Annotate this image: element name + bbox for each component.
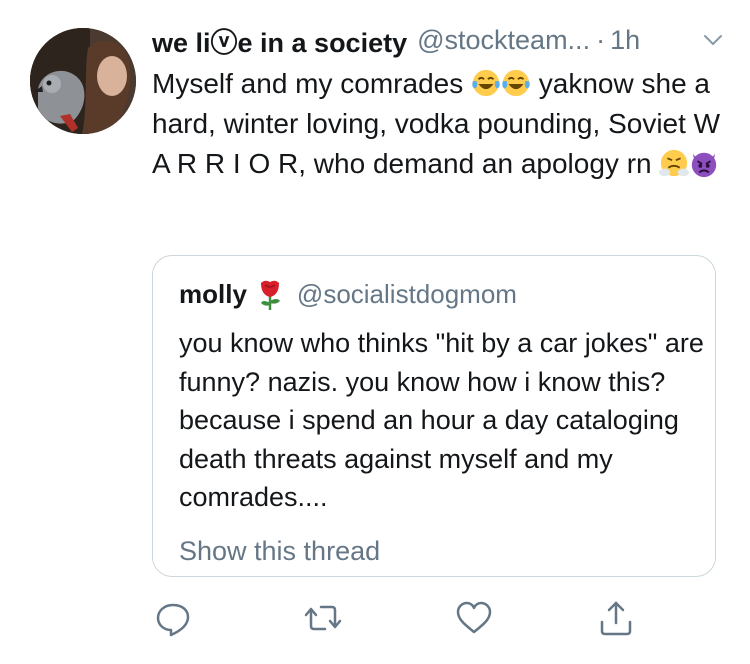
tears-of-joy-emoji (502, 69, 530, 97)
time-separator: · (596, 24, 606, 55)
tweet-header: we liⓥe in a society @stockteam... · 1h (152, 20, 727, 60)
timestamp[interactable]: 1h (610, 25, 640, 56)
rose-emoji (260, 280, 280, 310)
tweet[interactable]: we liⓥe in a society @stockteam... · 1h … (0, 0, 750, 664)
avatar[interactable] (30, 28, 136, 134)
quoted-tweet-header: molly @socialistdogmom (179, 274, 517, 314)
tweet-text-part1: Myself and my comrades (152, 68, 464, 99)
angry-devil-emoji (692, 152, 717, 178)
quoted-tweet-text: you know who thinks "hit by a car jokes"… (179, 328, 704, 512)
share-icon[interactable] (596, 598, 636, 638)
tears-of-joy-emoji (472, 69, 500, 97)
display-name[interactable]: we liⓥe in a society (152, 21, 407, 60)
chevron-down-icon[interactable] (701, 28, 725, 52)
quoted-tweet[interactable]: molly @socialistdogmom you know who thin… (152, 255, 716, 577)
tweet-actions (0, 598, 750, 642)
reply-icon[interactable] (153, 598, 193, 638)
face-with-steam-emoji (659, 149, 690, 177)
quoted-user-handle: @socialistdogmom (296, 278, 517, 309)
avatar-photo (30, 28, 136, 134)
tweet-text: Myself and my comrades yaknow she a hard… (152, 64, 732, 184)
heart-icon[interactable] (454, 598, 494, 638)
user-handle[interactable]: @stockteam... (417, 25, 590, 56)
quoted-display-name: molly (179, 278, 247, 309)
show-thread-link[interactable]: Show this thread (179, 536, 380, 567)
retweet-icon[interactable] (303, 598, 343, 638)
